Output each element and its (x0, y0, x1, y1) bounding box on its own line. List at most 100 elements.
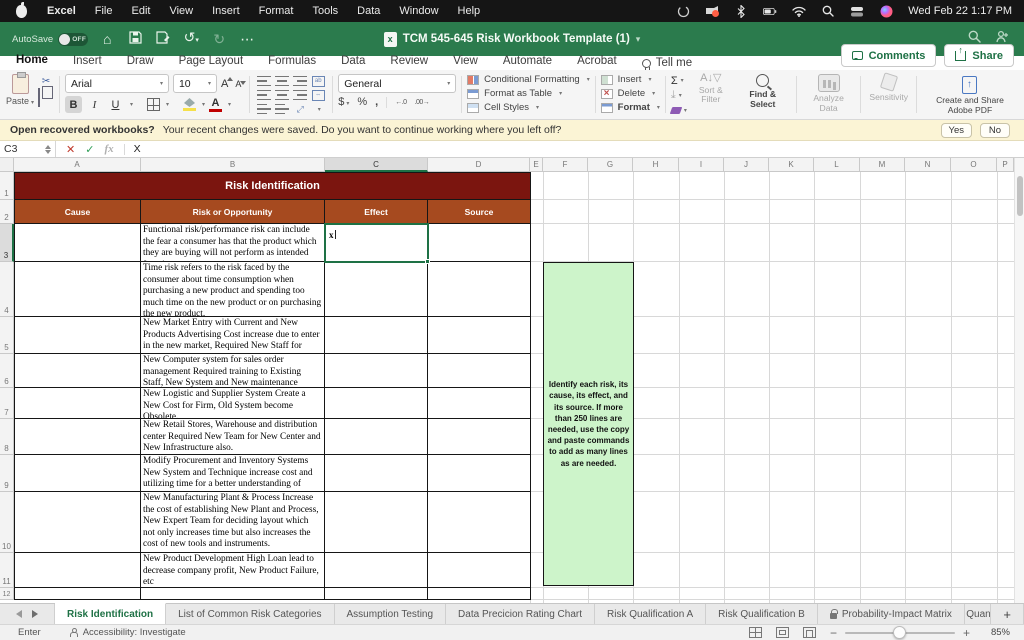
align-middle-icon[interactable] (275, 76, 290, 86)
row-header-9[interactable]: 9 (0, 455, 14, 492)
zoom-out-icon[interactable]: − (830, 626, 837, 640)
font-name-select[interactable]: Arial ▾ (64, 74, 169, 93)
sheet-tab-assumption-testing[interactable]: Assumption Testing (335, 604, 447, 624)
share-button[interactable]: Share (944, 44, 1014, 67)
insert-function-icon[interactable]: fx (104, 143, 113, 155)
align-right-icon[interactable] (293, 90, 308, 100)
document-title[interactable]: TCM 545-645 Risk Workbook Template (1) (403, 33, 630, 45)
menu-item-format[interactable]: Format (259, 5, 294, 17)
cell-styles-button[interactable]: Cell Styles ▾ (467, 102, 590, 113)
sheet-tab-risk-identification[interactable]: Risk Identification (55, 603, 167, 624)
page-layout-view-icon[interactable] (775, 627, 789, 638)
next-sheet-arrow[interactable] (32, 610, 42, 618)
menu-bar-clock[interactable]: Wed Feb 22 1:17 PM (908, 5, 1012, 17)
merge-center-icon[interactable]: ⇔ (311, 89, 325, 101)
menu-item-view[interactable]: View (169, 5, 193, 17)
column-header-l[interactable]: L (814, 158, 860, 172)
cell-b4[interactable]: Time risk refers to the risk faced by th… (141, 262, 325, 317)
cell-b12[interactable] (141, 588, 325, 600)
increase-font-icon[interactable]: A (221, 76, 234, 90)
autosave-toggle[interactable]: OFF (58, 32, 89, 46)
menu-item-data[interactable]: Data (357, 5, 380, 17)
cell-b10[interactable]: New Manufacturing Plant & Process Increa… (141, 492, 325, 553)
prev-sheet-arrow[interactable] (12, 610, 22, 618)
increase-decimal-icon[interactable]: ←.0 (395, 99, 407, 106)
menu-item-help[interactable]: Help (458, 5, 481, 17)
name-box-stepper[interactable] (45, 142, 51, 157)
vertical-scrollbar-thumb[interactable] (1017, 176, 1023, 216)
zoom-slider-thumb[interactable] (892, 625, 906, 639)
row-header-10[interactable]: 10 (0, 492, 14, 553)
format-cells-button[interactable]: Format ▾ (600, 102, 660, 113)
cell-b6[interactable]: New Computer system for sales order mana… (141, 354, 325, 388)
align-top-icon[interactable] (257, 76, 272, 86)
cell-b9[interactable]: Modify Procurement and Inventory Systems… (141, 455, 325, 492)
row-header-7[interactable]: 7 (0, 388, 14, 419)
column-header-k[interactable]: K (769, 158, 814, 172)
zoom-in-icon[interactable]: + (963, 626, 970, 640)
row-header-11[interactable]: 11 (0, 553, 14, 588)
conditional-formatting-button[interactable]: Conditional Formatting ▾ (467, 74, 590, 85)
tab-formulas[interactable]: Formulas (268, 55, 316, 71)
accessibility-status[interactable]: Accessibility: Investigate (69, 627, 186, 638)
comma-style-icon[interactable]: , (375, 96, 378, 108)
vertical-scrollbar[interactable] (1014, 158, 1024, 603)
sensitivity-button[interactable]: Sensitivity (869, 72, 908, 103)
row-header-5[interactable]: 5 (0, 317, 14, 354)
wrap-text-icon[interactable]: ab (311, 75, 325, 87)
column-header-o[interactable]: O (951, 158, 997, 172)
save-icon[interactable] (126, 30, 144, 48)
clear-button[interactable]: ▾ (669, 104, 687, 117)
sheet-tab-data-precicion-rating-chart[interactable]: Data Precicion Rating Chart (446, 604, 595, 624)
screen-recording-icon[interactable] (705, 4, 720, 18)
column-header-a[interactable]: A (14, 158, 141, 172)
displays-icon[interactable] (850, 4, 864, 18)
column-header-n[interactable]: N (905, 158, 951, 172)
sheet-tab-probability-impact-matrix[interactable]: Probability-Impact Matrix (818, 604, 965, 624)
tab-page-layout[interactable]: Page Layout (179, 55, 244, 71)
currency-icon[interactable]: $ ▾ (338, 96, 349, 108)
column-header-b[interactable]: B (141, 158, 325, 172)
cell-b11[interactable]: New Product Development High Loan lead t… (141, 553, 325, 588)
comments-button[interactable]: Comments (840, 44, 937, 67)
zoom-percentage[interactable]: 85% (984, 627, 1010, 638)
instruction-note-cell[interactable]: Identify each risk, its cause, its effec… (543, 262, 634, 586)
autosum-button[interactable]: Σ ▾ (671, 74, 687, 87)
create-share-pdf-button[interactable]: Create and Share Adobe PDF (925, 76, 1015, 115)
cell-b5[interactable]: New Market Entry with Current and New Pr… (141, 317, 325, 354)
column-header-d[interactable]: D (428, 158, 530, 172)
row-header-2[interactable]: 2 (0, 200, 14, 224)
no-button[interactable]: No (980, 122, 1010, 138)
bluetooth-icon[interactable] (734, 4, 748, 18)
menu-item-excel[interactable]: Excel (47, 5, 76, 17)
menu-item-edit[interactable]: Edit (131, 5, 150, 17)
tab-review[interactable]: Review (390, 55, 428, 71)
row-header-3[interactable]: 3 (0, 224, 14, 262)
row-header-6[interactable]: 6 (0, 354, 14, 388)
row-header-1[interactable]: 1 (0, 172, 14, 200)
column-header-j[interactable]: J (724, 158, 769, 172)
bold-button[interactable]: B (64, 96, 82, 113)
font-color-icon[interactable]: A (209, 97, 223, 112)
column-header-p[interactable]: P (997, 158, 1014, 172)
fill-color-icon[interactable] (183, 98, 196, 111)
home-icon[interactable]: ⌂ (98, 30, 116, 48)
siri-icon[interactable] (879, 4, 893, 18)
select-all-corner[interactable] (0, 158, 14, 172)
yes-button[interactable]: Yes (940, 122, 972, 138)
cell-b7[interactable]: New Logistic and Supplier System Create … (141, 388, 325, 419)
cancel-entry-icon[interactable]: ✕ (66, 143, 75, 156)
more-commands-icon[interactable]: ⋯ (238, 30, 256, 48)
active-cell-c3[interactable]: x (324, 223, 430, 264)
name-box[interactable]: C3 (0, 141, 56, 157)
percent-icon[interactable]: % (357, 96, 367, 108)
normal-view-icon[interactable] (748, 627, 762, 638)
decrease-decimal-icon[interactable]: .00→ (415, 99, 430, 106)
apple-menu-icon[interactable] (14, 1, 28, 18)
decrease-indent-icon[interactable] (257, 104, 272, 114)
delete-cells-button[interactable]: Delete▾ (600, 88, 660, 99)
fill-button[interactable]: ⤓ ▾ (671, 89, 687, 102)
insert-cells-button[interactable]: Insert ▾ (600, 74, 660, 85)
orientation-icon[interactable]: ⤢ (297, 104, 304, 115)
confirm-entry-icon[interactable]: ✓ (85, 143, 94, 156)
